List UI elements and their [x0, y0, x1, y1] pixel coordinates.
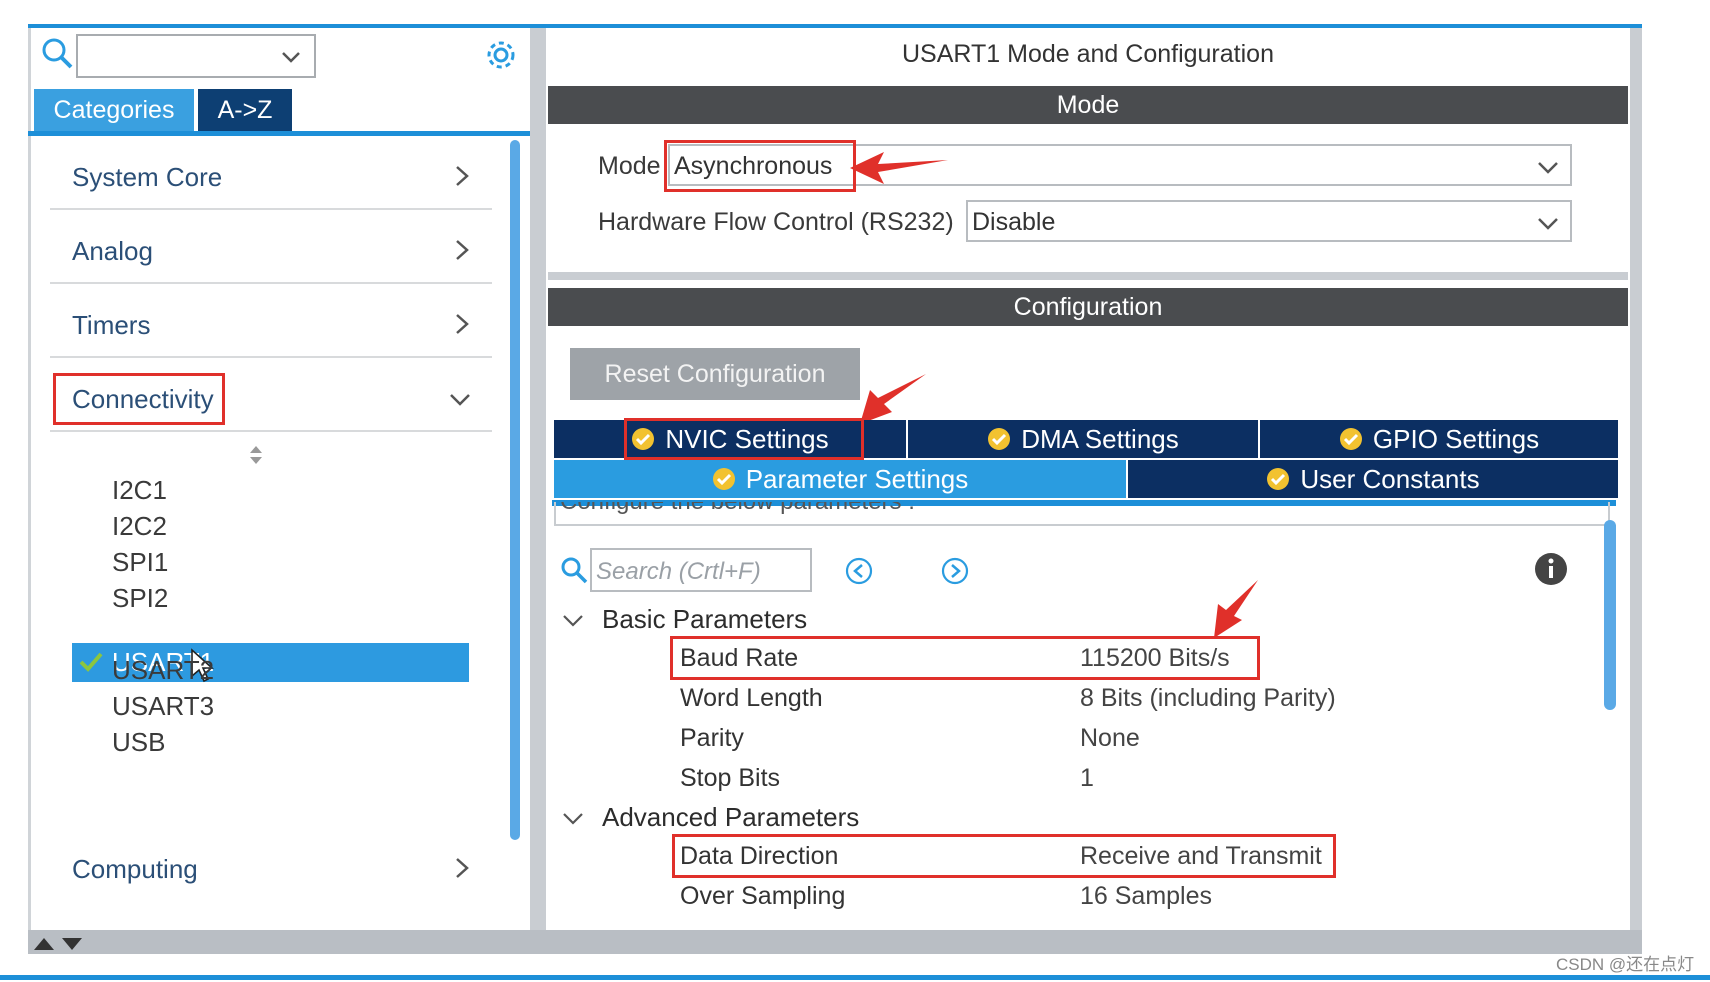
chevron-right-icon — [456, 858, 469, 878]
reset-configuration-button[interactable]: Reset Configuration — [570, 348, 860, 400]
checkmark-icon — [79, 652, 103, 672]
sort-icon[interactable] — [248, 444, 264, 466]
annotation-box-connectivity — [53, 373, 225, 425]
configuration-header: Configuration — [548, 288, 1628, 326]
annotation-arrow — [850, 152, 948, 184]
peripheral-i2c1[interactable]: I2C1 — [112, 475, 167, 506]
tab-gpio-settings[interactable]: GPIO Settings — [1260, 420, 1618, 458]
category-system-core[interactable]: System Core — [50, 144, 492, 210]
search-placeholder: Search (Crtl+F) — [596, 558, 761, 585]
tab-underline — [28, 131, 530, 136]
annotation-box-mode — [664, 140, 856, 192]
tab-label: Parameter Settings — [745, 464, 969, 494]
tab-user-constants[interactable]: User Constants — [1128, 460, 1618, 498]
gear-icon[interactable] — [484, 38, 518, 72]
tab-label: GPIO Settings — [1372, 424, 1540, 454]
category-label: System Core — [72, 162, 223, 192]
description-text: Configure the below parameters : — [560, 502, 915, 516]
right-edge-frame — [1630, 28, 1642, 933]
panel-splitter[interactable] — [530, 28, 546, 933]
search-icon[interactable] — [560, 556, 588, 584]
search-icon[interactable] — [40, 36, 74, 70]
check-circle-icon — [1267, 468, 1290, 490]
tab-dma-settings[interactable]: DMA Settings — [908, 420, 1258, 458]
param-value-over-sampling[interactable]: 16 Samples — [1080, 882, 1212, 911]
chevron-right-icon — [456, 240, 469, 260]
description-strip: Configure the below parameters : — [554, 502, 1610, 526]
flow-control-label: Hardware Flow Control (RS232) — [598, 208, 954, 236]
category-label: Computing — [72, 854, 198, 884]
parameter-search-input[interactable]: Search (Crtl+F) — [590, 548, 812, 592]
annotation-box-baud-rate — [670, 636, 1260, 680]
tab-parameter-settings[interactable]: Parameter Settings — [554, 460, 1126, 498]
peripheral-usart2[interactable]: USART2 — [112, 655, 214, 686]
group-label: Advanced Parameters — [602, 802, 860, 832]
tab-categories[interactable]: Categories — [34, 89, 194, 131]
param-name-stop-bits[interactable]: Stop Bits — [680, 764, 780, 793]
peripheral-spi2[interactable]: SPI2 — [112, 583, 168, 614]
group-label: Basic Parameters — [602, 604, 808, 634]
group-advanced-parameters[interactable]: Advanced Parameters — [562, 802, 859, 833]
right-scrollbar[interactable] — [1604, 520, 1616, 710]
tab-label: DMA Settings — [1021, 424, 1179, 454]
category-computing[interactable]: Computing — [50, 836, 492, 900]
category-timers[interactable]: Timers — [50, 292, 492, 358]
peripheral-i2c2[interactable]: I2C2 — [112, 511, 167, 542]
chevron-down-icon — [563, 813, 583, 825]
mode-label: Mode — [598, 152, 661, 180]
watermark: CSDN @还在点灯 — [1556, 955, 1695, 974]
peripheral-spi1[interactable]: SPI1 — [112, 547, 168, 578]
annotation-arrow — [1214, 580, 1258, 638]
category-label: Timers — [72, 310, 151, 340]
annotation-box-nvic — [624, 418, 864, 460]
bottom-status-bar — [28, 930, 1642, 954]
search-dropdown[interactable] — [76, 34, 316, 78]
previous-match-icon[interactable] — [844, 556, 874, 586]
bottom-accent-line — [0, 975, 1710, 980]
page-title: USART1 Mode and Configuration — [902, 40, 1274, 68]
info-icon[interactable] — [1534, 552, 1568, 586]
collapse-arrows-icon[interactable] — [30, 934, 90, 952]
next-match-icon[interactable] — [940, 556, 970, 586]
flow-control-select[interactable]: Disable — [966, 200, 1572, 242]
param-name-parity[interactable]: Parity — [680, 724, 744, 753]
param-value-stop-bits[interactable]: 1 — [1080, 764, 1094, 793]
check-circle-icon — [988, 428, 1011, 450]
peripheral-usb[interactable]: USB — [112, 727, 165, 758]
category-label: Analog — [72, 236, 153, 266]
chevron-down-icon — [450, 394, 470, 406]
annotation-box-data-direction — [672, 834, 1336, 878]
left-scrollbar[interactable] — [510, 140, 520, 840]
param-value-parity[interactable]: None — [1080, 724, 1140, 753]
chevron-down-icon — [282, 52, 300, 63]
mode-header: Mode — [548, 86, 1628, 124]
tab-a-z[interactable]: A->Z — [198, 89, 292, 131]
group-basic-parameters[interactable]: Basic Parameters — [562, 604, 807, 635]
chevron-right-icon — [456, 314, 469, 334]
chevron-right-icon — [456, 166, 469, 186]
annotation-arrow — [860, 374, 926, 424]
param-name-over-sampling[interactable]: Over Sampling — [680, 882, 845, 911]
tab-label: User Constants — [1300, 464, 1480, 494]
chevron-down-icon — [1538, 218, 1558, 230]
chevron-down-icon — [563, 615, 583, 627]
chevron-down-icon — [1538, 162, 1558, 174]
param-name-word-length[interactable]: Word Length — [680, 684, 823, 713]
peripheral-usart3[interactable]: USART3 — [112, 691, 214, 722]
category-analog[interactable]: Analog — [50, 218, 492, 284]
check-circle-icon — [1339, 428, 1362, 450]
check-circle-icon — [712, 468, 735, 490]
flow-control-value: Disable — [972, 208, 1056, 236]
param-value-word-length[interactable]: 8 Bits (including Parity) — [1080, 684, 1336, 713]
